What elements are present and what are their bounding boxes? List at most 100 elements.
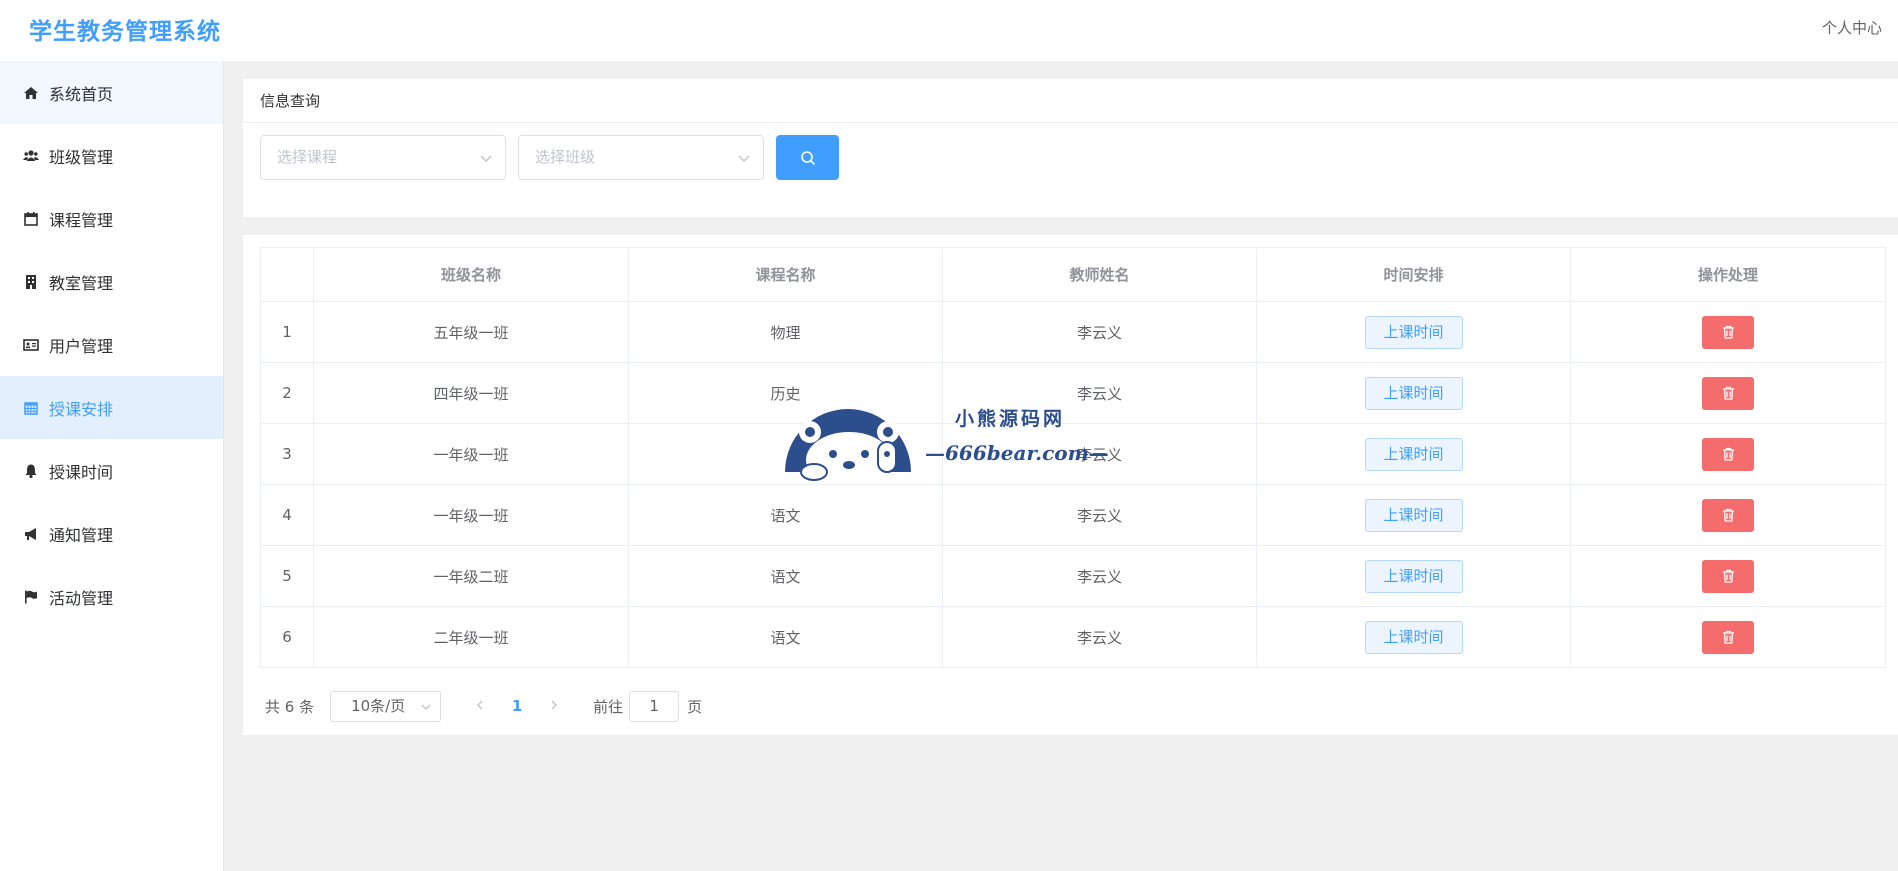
sidebar-item-label: 班级管理 — [49, 147, 114, 167]
users-icon — [22, 147, 40, 165]
cell-class-name: 五年级一班 — [313, 301, 629, 363]
next-page-button[interactable] — [539, 697, 569, 715]
trash-icon — [1722, 508, 1734, 522]
cell-time: 上课时间 — [1256, 606, 1571, 668]
sidebar-item-classroom[interactable]: 教室管理 — [0, 250, 223, 313]
table-row: 4 一年级一班 语文 李云义 上课时间 — [260, 484, 1886, 546]
cell-index: 1 — [260, 301, 314, 363]
trash-icon — [1722, 569, 1734, 583]
sidebar-item-label: 课程管理 — [49, 210, 114, 230]
schedule-table-panel: 班级名称 课程名称 教师姓名 时间安排 操作处理 1 五年级一班 物理 李云义 上课时间… — [243, 235, 1898, 735]
delete-button[interactable] — [1702, 315, 1754, 349]
cell-teacher-name: 李云义 — [942, 301, 1257, 363]
cell-actions — [1570, 423, 1886, 485]
chevron-down-icon — [738, 155, 750, 163]
cell-course-name: 语文 — [628, 545, 943, 607]
column-header-actions: 操作处理 — [1570, 247, 1886, 302]
delete-button[interactable] — [1702, 559, 1754, 593]
cell-course-name: 语文 — [628, 484, 943, 546]
prev-page-button[interactable] — [465, 697, 495, 715]
sidebar-item-label: 授课时间 — [49, 462, 114, 482]
sidebar-item-class[interactable]: 班级管理 — [0, 124, 223, 187]
watermark-logo: 小熊源码网 —666bear.com— — [770, 392, 1125, 482]
sidebar: 系统首页 班级管理 课程管理 教室管理 用户管理 授课安排 授课时间 通知管理 … — [0, 61, 224, 871]
goto-label: 前往 — [593, 697, 624, 716]
delete-button[interactable] — [1702, 376, 1754, 410]
cell-teacher-name: 李云义 — [942, 545, 1257, 607]
watermark-name: 小熊源码网 — [955, 408, 1066, 430]
calendar-icon — [22, 399, 40, 417]
goto-page-input[interactable] — [629, 690, 680, 722]
sidebar-item-teaching-schedule[interactable]: 授课安排 — [0, 376, 223, 439]
sidebar-item-course[interactable]: 课程管理 — [0, 187, 223, 250]
sidebar-item-label: 活动管理 — [49, 588, 114, 608]
cell-class-name: 四年级一班 — [313, 362, 629, 424]
app-title: 学生教务管理系统 — [29, 19, 221, 45]
class-select-placeholder: 选择班级 — [535, 148, 596, 166]
class-time-button[interactable]: 上课时间 — [1364, 498, 1463, 532]
column-header-teacher: 教师姓名 — [942, 247, 1257, 302]
id-card-icon — [22, 336, 40, 354]
column-header-class: 班级名称 — [313, 247, 629, 302]
cell-index: 6 — [260, 606, 314, 668]
calendar-blank-icon — [22, 210, 40, 228]
search-button[interactable] — [776, 135, 839, 180]
cell-index: 3 — [260, 423, 314, 485]
trash-icon — [1722, 630, 1734, 644]
building-icon — [22, 273, 40, 291]
cell-time: 上课时间 — [1256, 484, 1571, 546]
trash-icon — [1722, 447, 1734, 461]
user-center-link[interactable]: 个人中心 — [1822, 17, 1882, 38]
chevron-down-icon — [480, 155, 492, 163]
cell-class-name: 二年级一班 — [313, 606, 629, 668]
class-time-button[interactable]: 上课时间 — [1364, 559, 1463, 593]
sidebar-item-user[interactable]: 用户管理 — [0, 313, 223, 376]
sidebar-item-label: 教室管理 — [49, 273, 114, 293]
class-time-button[interactable]: 上课时间 — [1364, 620, 1463, 654]
sidebar-item-home[interactable]: 系统首页 — [0, 61, 223, 124]
query-title: 信息查询 — [243, 79, 1898, 123]
search-icon — [800, 150, 815, 165]
query-panel: 信息查询 选择课程 选择班级 — [243, 79, 1898, 217]
table-row: 5 一年级二班 语文 李云义 上课时间 — [260, 545, 1886, 607]
class-select[interactable]: 选择班级 — [518, 135, 764, 180]
sidebar-item-activity[interactable]: 活动管理 — [0, 565, 223, 628]
table-row: 1 五年级一班 物理 李云义 上课时间 — [260, 301, 1886, 363]
table-row: 6 二年级一班 语文 李云义 上课时间 — [260, 606, 1886, 668]
cell-time: 上课时间 — [1256, 301, 1571, 363]
class-time-button[interactable]: 上课时间 — [1364, 315, 1463, 349]
bear-logo-icon — [785, 409, 911, 482]
page-size-select[interactable]: 10条/页 — [330, 690, 442, 722]
cell-actions — [1570, 545, 1886, 607]
bullhorn-icon — [22, 525, 40, 543]
chevron-down-icon — [421, 704, 431, 710]
watermark-url: —666bear.com— — [925, 441, 1109, 465]
trash-icon — [1722, 386, 1734, 400]
cell-course-name: 物理 — [628, 301, 943, 363]
sidebar-item-label: 授课安排 — [49, 399, 114, 419]
cell-course-name: 语文 — [628, 606, 943, 668]
class-time-button[interactable]: 上课时间 — [1364, 437, 1463, 471]
column-header-time: 时间安排 — [1256, 247, 1571, 302]
delete-button[interactable] — [1702, 620, 1754, 654]
pagination-total: 共 6 条 — [265, 697, 315, 716]
goto-suffix: 页 — [687, 697, 703, 716]
pagination: 共 6 条 10条/页 1 前往 页 — [265, 690, 702, 722]
cell-actions — [1570, 606, 1886, 668]
sidebar-item-notice[interactable]: 通知管理 — [0, 502, 223, 565]
class-time-button[interactable]: 上课时间 — [1364, 376, 1463, 410]
column-header-index — [260, 247, 314, 302]
delete-button[interactable] — [1702, 498, 1754, 532]
chevron-right-icon — [551, 700, 558, 710]
sidebar-item-label: 用户管理 — [49, 336, 114, 356]
column-header-course: 课程名称 — [628, 247, 943, 302]
cell-class-name: 一年级一班 — [313, 423, 629, 485]
sidebar-item-teaching-time[interactable]: 授课时间 — [0, 439, 223, 502]
delete-button[interactable] — [1702, 437, 1754, 471]
cell-actions — [1570, 362, 1886, 424]
course-select[interactable]: 选择课程 — [260, 135, 506, 180]
cell-time: 上课时间 — [1256, 362, 1571, 424]
cell-index: 4 — [260, 484, 314, 546]
page-size-value: 10条/页 — [351, 696, 406, 715]
page-number-current[interactable]: 1 — [495, 697, 539, 715]
